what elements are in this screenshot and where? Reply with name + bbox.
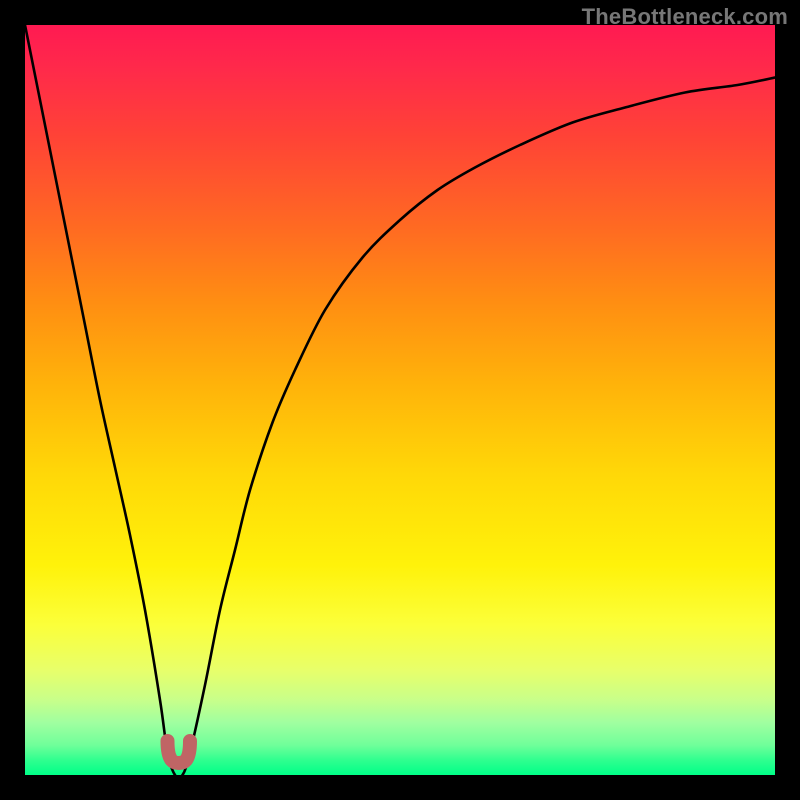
- optimal-marker-u: [168, 741, 191, 763]
- chart-plot-area: [25, 25, 775, 775]
- optimal-marker: [168, 741, 191, 763]
- watermark-text: TheBottleneck.com: [582, 4, 788, 30]
- curve-line: [25, 25, 775, 775]
- chart-svg: [25, 25, 775, 775]
- bottleneck-curve: [25, 25, 775, 775]
- chart-frame: TheBottleneck.com: [0, 0, 800, 800]
